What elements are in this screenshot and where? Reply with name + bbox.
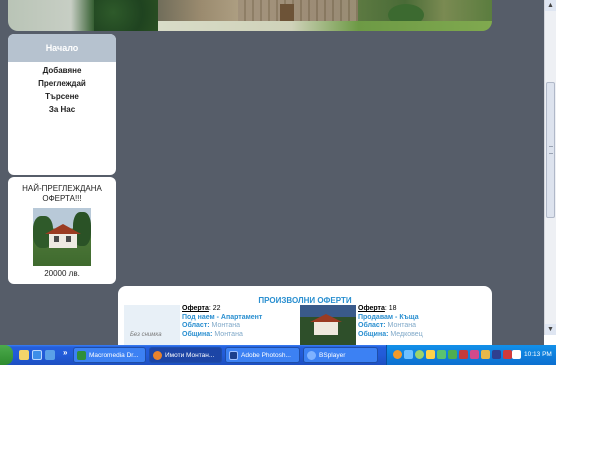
windows-taskbar: » Macromedia Dr... Имоти Монтан... Adobe… bbox=[0, 345, 556, 365]
most-viewed-price: 20000 лв. bbox=[44, 269, 80, 278]
bsplayer-icon bbox=[307, 350, 316, 360]
offer-type: Под наем - Апартамент bbox=[182, 313, 263, 321]
tray-app-icon[interactable] bbox=[437, 350, 446, 359]
municipality-label: Община: bbox=[182, 330, 213, 338]
scroll-down-arrow-icon[interactable]: ▼ bbox=[545, 324, 556, 335]
taskbar-item-dreamweaver[interactable]: Macromedia Dr... bbox=[73, 347, 146, 363]
most-viewed-title: НАЙ-ПРЕГЛЕЖДАНА ОФЕРТА!!! bbox=[22, 184, 102, 203]
menu-item-home[interactable]: Начало bbox=[8, 34, 116, 62]
region-label: Област: bbox=[182, 322, 210, 329]
quick-launch-more-icon[interactable]: » bbox=[63, 348, 67, 357]
internet-explorer-icon[interactable] bbox=[32, 350, 42, 360]
banner-stone-house bbox=[238, 0, 358, 22]
tray-app-icon[interactable] bbox=[426, 350, 435, 359]
most-viewed-house-image[interactable] bbox=[33, 208, 91, 266]
tray-messenger-icon[interactable] bbox=[415, 350, 424, 359]
menu-item-search[interactable]: Търсене bbox=[8, 90, 116, 103]
offer-number: 18 bbox=[388, 305, 397, 312]
banner-lawn bbox=[158, 21, 492, 31]
taskbar-item-bsplayer[interactable]: BSplayer bbox=[303, 347, 378, 363]
random-offers-panel: ПРОИЗВОЛНИ ОФЕРТИ Без снимка Оферта: 22 … bbox=[118, 286, 492, 345]
header-banner-image bbox=[8, 0, 492, 31]
tray-app-icon[interactable] bbox=[492, 350, 501, 359]
offer-link[interactable]: Оферта bbox=[182, 305, 209, 312]
tray-app-icon[interactable] bbox=[470, 350, 479, 359]
browser-viewport: Начало Добавяне Преглеждай Търсене За На… bbox=[0, 0, 556, 365]
taskbar-item-photoshop[interactable]: Adobe Photosh... bbox=[225, 347, 300, 363]
offer-link[interactable]: Оферта bbox=[358, 305, 385, 312]
offer-type: Продавам - Къща bbox=[358, 313, 419, 321]
random-offers-heading: ПРОИЗВОЛНИ ОФЕРТИ bbox=[258, 296, 352, 305]
tray-app-icon[interactable] bbox=[459, 350, 468, 359]
region-value: Монтана bbox=[211, 322, 240, 329]
system-tray: 10:13 PM bbox=[386, 345, 556, 365]
tray-app-icon[interactable] bbox=[448, 350, 457, 359]
banner-door bbox=[280, 4, 294, 22]
menu-item-browse[interactable]: Преглеждай bbox=[8, 77, 116, 90]
offer-number: 22 bbox=[212, 305, 221, 312]
tray-app-icon[interactable] bbox=[503, 350, 512, 359]
offer-image-placeholder[interactable]: Без снимка bbox=[124, 305, 180, 345]
taskbar-item-firefox[interactable]: Имоти Монтан... bbox=[149, 347, 222, 363]
photoshop-icon bbox=[229, 350, 238, 360]
vertical-scrollbar[interactable]: ▲ ▼ bbox=[544, 0, 556, 335]
region-label: Област: bbox=[358, 322, 386, 329]
tray-app-icon[interactable] bbox=[393, 350, 402, 359]
scrollbar-thumb[interactable] bbox=[546, 82, 555, 218]
volume-icon[interactable] bbox=[512, 350, 521, 359]
most-viewed-offer-box: НАЙ-ПРЕГЛЕЖДАНА ОФЕРТА!!! 20000 лв. bbox=[8, 177, 116, 284]
side-menu: Начало Добавяне Преглеждай Търсене За На… bbox=[8, 34, 116, 175]
offer-house-image[interactable] bbox=[300, 305, 356, 345]
start-button[interactable] bbox=[0, 345, 13, 365]
region-value: Монтана bbox=[387, 322, 416, 329]
web-page: Начало Добавяне Преглеждай Търсене За На… bbox=[0, 0, 544, 345]
municipality-value: Медковец bbox=[390, 330, 423, 338]
offer-image-caption: Без снимка bbox=[130, 332, 162, 338]
show-desktop-icon[interactable] bbox=[19, 350, 29, 360]
grip-icon bbox=[549, 146, 553, 154]
scroll-up-arrow-icon[interactable]: ▲ bbox=[545, 0, 556, 11]
outlook-express-icon[interactable] bbox=[45, 350, 55, 360]
tray-app-icon[interactable] bbox=[481, 350, 490, 359]
municipality-value: Монтана bbox=[214, 330, 243, 338]
tray-network-icon[interactable] bbox=[404, 350, 413, 359]
municipality-label: Община: bbox=[358, 330, 389, 338]
dreamweaver-icon bbox=[77, 350, 86, 360]
system-clock[interactable]: 10:13 PM bbox=[524, 345, 552, 365]
menu-item-about[interactable]: За Нас bbox=[8, 103, 116, 116]
banner-trees bbox=[94, 0, 158, 31]
menu-item-add[interactable]: Добавяне bbox=[8, 64, 116, 77]
firefox-icon bbox=[153, 350, 162, 360]
